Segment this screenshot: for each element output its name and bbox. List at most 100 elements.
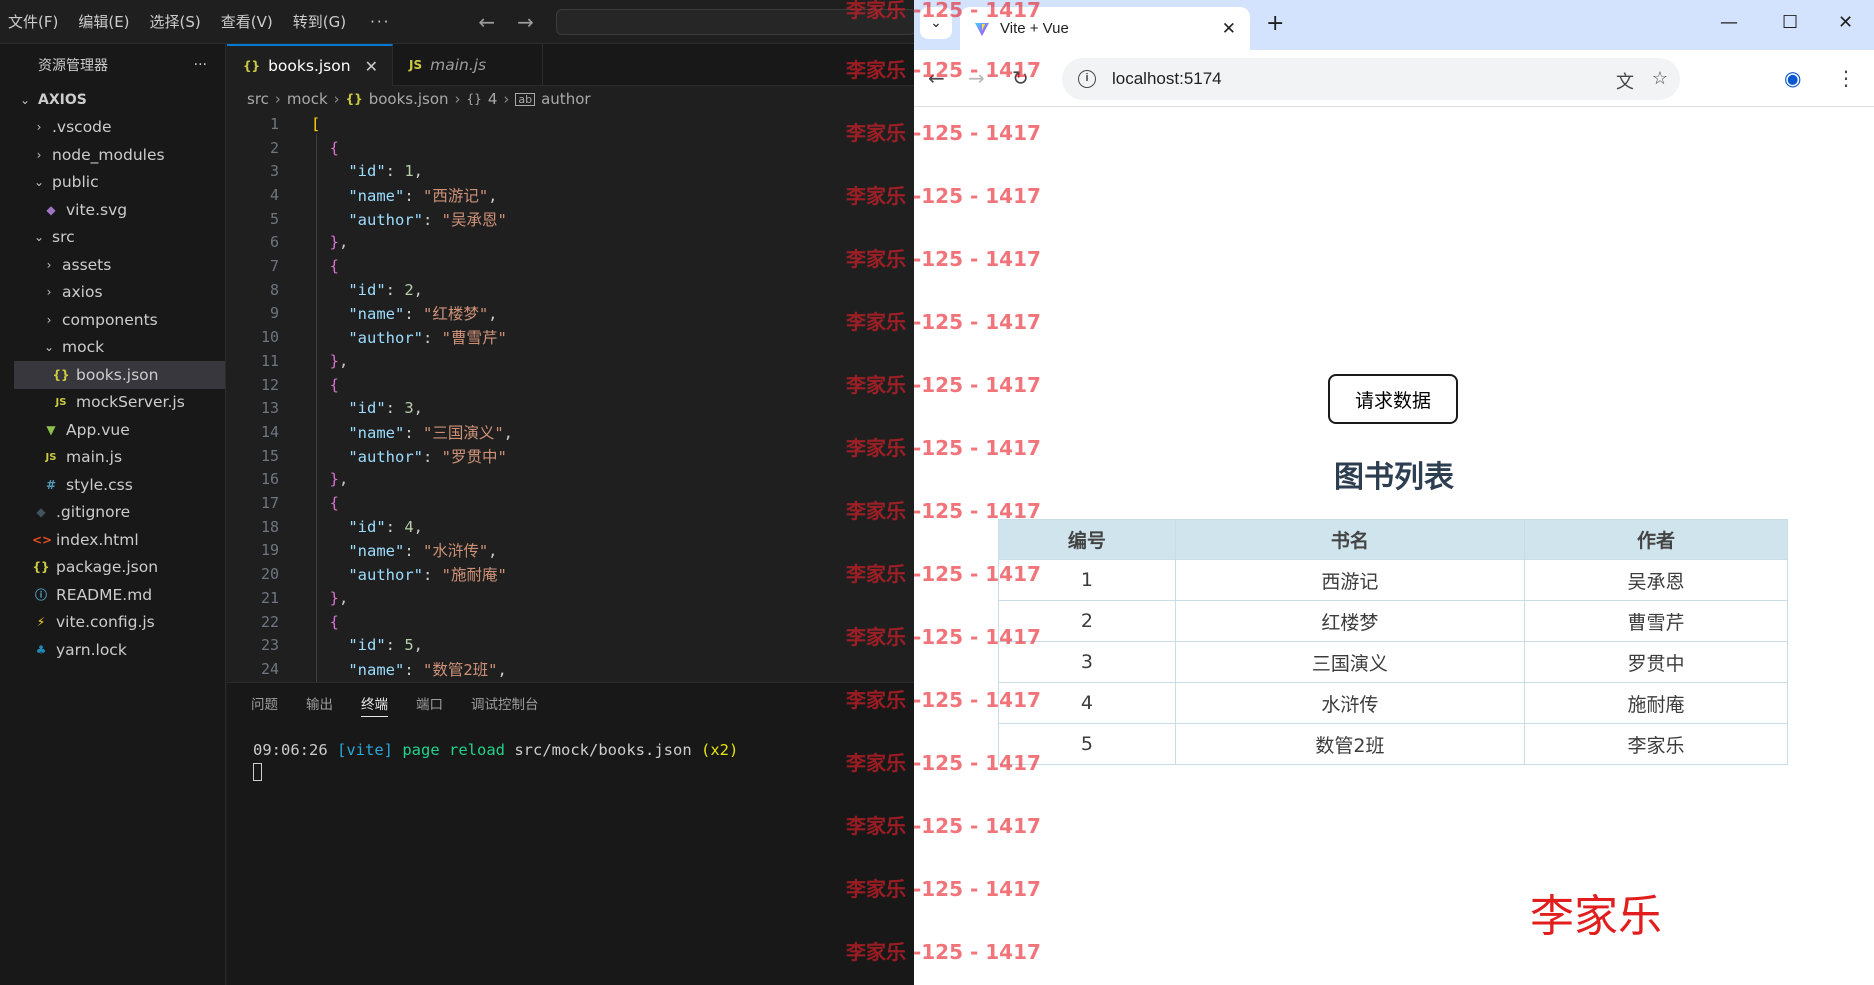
bottom-panel: 问题 输出 终端 端口 调试控制台 09:06:26 [vite] page r… xyxy=(227,682,914,985)
terminal-output[interactable]: 09:06:26 [vite] page reload src/mock/boo… xyxy=(227,723,914,799)
html-file-icon: <> xyxy=(32,532,53,547)
bookmark-star-icon[interactable]: ☆ xyxy=(1652,68,1668,89)
translate-icon[interactable]: 文 xyxy=(1616,68,1634,94)
code-text: "id": 1, xyxy=(311,162,424,181)
tab-debug-console[interactable]: 调试控制台 xyxy=(471,683,539,723)
tree-item-package-json[interactable]: {} package.json xyxy=(14,554,225,582)
breadcrumb-item[interactable]: author xyxy=(541,90,590,108)
tree-item-public[interactable]: ⌄ public xyxy=(14,169,225,197)
tree-item-vite-config-js[interactable]: ⚡ vite.config.js xyxy=(14,609,225,637)
line-number: 13 xyxy=(260,399,279,418)
menu-selection[interactable]: 选择(S) xyxy=(140,11,211,32)
table-cell: 曹雪芹 xyxy=(1523,600,1789,642)
close-icon[interactable]: ✕ xyxy=(365,57,378,76)
tree-item-yarn-lock[interactable]: ♣ yarn.lock xyxy=(14,636,225,664)
line-number: 24 xyxy=(260,659,279,678)
chevron-right-icon: › xyxy=(36,147,42,162)
breadcrumb-item[interactable]: mock xyxy=(287,90,328,108)
menu-go[interactable]: 转到(G) xyxy=(283,11,356,32)
tree-item-style-css[interactable]: # style.css xyxy=(14,471,225,499)
line-number: 9 xyxy=(269,304,279,323)
menu-edit[interactable]: 编辑(E) xyxy=(68,11,139,32)
tree-item-label: vite.config.js xyxy=(56,613,155,632)
tab-problems[interactable]: 问题 xyxy=(251,683,278,723)
kebab-menu-icon[interactable]: ⋮ xyxy=(1836,66,1856,90)
tree-item-readme-md[interactable]: ⓘ README.md xyxy=(14,581,225,609)
profile-icon[interactable]: ◉ xyxy=(1784,66,1801,90)
chevron-down-icon: ⌄ xyxy=(33,175,45,190)
tree-item-src[interactable]: ⌄ src xyxy=(14,224,225,252)
menu-view[interactable]: 查看(V) xyxy=(211,11,283,32)
watermark-text: 李家乐 -125 - 1417 xyxy=(846,121,1041,145)
tree-item-vite-svg[interactable]: ◆ vite.svg xyxy=(14,196,225,224)
chevron-right-icon: › xyxy=(333,90,340,108)
breadcrumb-item[interactable]: 4 xyxy=(488,90,498,108)
close-window-icon[interactable]: ✕ xyxy=(1838,12,1853,33)
tree-item-vscode[interactable]: › .vscode xyxy=(14,114,225,142)
tree-item-mock[interactable]: ⌄ mock xyxy=(14,334,225,362)
terminal-count: (x2) xyxy=(701,741,739,759)
tree-item-axios[interactable]: › axios xyxy=(14,279,225,307)
tree-item-books-json[interactable]: {} books.json xyxy=(14,361,225,389)
tree-item-app-vue[interactable]: ▼ App.vue xyxy=(14,416,225,444)
tab-main-js[interactable]: JS main.js xyxy=(393,44,543,86)
line-number: 20 xyxy=(260,565,279,584)
breadcrumb-item[interactable]: src xyxy=(247,90,269,108)
code-line: 3 "id": 1, xyxy=(227,159,914,183)
tab-output[interactable]: 输出 xyxy=(306,683,333,723)
forward-arrow-icon[interactable]: → xyxy=(517,10,534,34)
tree-item-main-js[interactable]: JS main.js xyxy=(14,444,225,472)
maximize-icon[interactable]: ☐ xyxy=(1782,12,1798,33)
menu-file[interactable]: 文件(F) xyxy=(0,11,68,32)
tree-item-components[interactable]: › components xyxy=(14,306,225,334)
tree-root-label: AXIOS xyxy=(38,91,87,108)
line-number: 5 xyxy=(269,209,279,228)
address-bar[interactable]: i localhost:5174 文 ☆ xyxy=(1062,58,1680,100)
menu-more-icon[interactable]: ··· xyxy=(356,13,404,31)
tree-item-gitignore[interactable]: ◆ .gitignore xyxy=(14,499,225,527)
tree-item-label: mock xyxy=(62,338,105,357)
breadcrumb-item[interactable]: books.json xyxy=(369,90,449,108)
tab-books-json[interactable]: {} books.json ✕ xyxy=(227,44,393,86)
request-data-button[interactable]: 请求数据 xyxy=(1328,374,1458,424)
terminal-action: page reload xyxy=(402,741,505,759)
site-info-icon[interactable]: i xyxy=(1078,70,1096,88)
code-text: "author": "罗贯中" xyxy=(311,447,507,466)
tree-item-assets[interactable]: › assets xyxy=(14,251,225,279)
code-text: "name": "水浒传", xyxy=(311,542,498,561)
tree-item-label: yarn.lock xyxy=(56,640,127,659)
watermark-text: 李家乐 -125 - 1417 xyxy=(846,814,1041,838)
css-file-icon: # xyxy=(45,477,57,492)
tree-item-label: public xyxy=(52,173,99,192)
code-line: 11 }, xyxy=(227,349,914,373)
chevron-right-icon: › xyxy=(46,257,52,272)
code-line: 12 { xyxy=(227,373,914,397)
line-number: 23 xyxy=(260,636,279,655)
back-arrow-icon[interactable]: ← xyxy=(478,10,495,34)
chevron-down-icon: ⌄ xyxy=(43,340,55,355)
watermark-text: 李家乐 -125 - 1417 xyxy=(846,940,1041,964)
explorer-more-icon[interactable]: ··· xyxy=(194,57,207,73)
tab-ports[interactable]: 端口 xyxy=(416,683,443,723)
new-tab-plus-icon[interactable]: + xyxy=(1266,11,1284,36)
code-line: 9 "name": "红楼梦", xyxy=(227,302,914,326)
column-header: 编号 xyxy=(998,519,1176,560)
tree-item-node-modules[interactable]: › node_modules xyxy=(14,141,225,169)
code-editor[interactable]: 1[2 {3 "id": 1, 4 "name": "西游记", 5 "author… xyxy=(227,112,914,682)
tree-item-index-html[interactable]: <> index.html xyxy=(14,526,225,554)
tree-item-mockserver-js[interactable]: JS mockServer.js xyxy=(14,389,225,417)
tree-item-label: .vscode xyxy=(52,118,112,137)
tree-item-label: node_modules xyxy=(52,145,165,164)
tree-item-label: README.md xyxy=(56,585,153,604)
tab-terminal[interactable]: 终端 xyxy=(361,683,388,723)
tree-item-label: components xyxy=(62,310,158,329)
code-text: "author": "曹雪芹" xyxy=(311,329,507,348)
tree-root-axios[interactable]: ⌄ AXIOS xyxy=(14,86,225,114)
explorer-title: 资源管理器 xyxy=(38,58,108,74)
code-line: 2 { xyxy=(227,136,914,160)
code-text: "name": "西游记", xyxy=(311,186,498,205)
tree-item-label: package.json xyxy=(56,558,159,577)
code-line: 6 }, xyxy=(227,231,914,255)
minimize-icon[interactable]: — xyxy=(1720,12,1738,33)
close-icon[interactable]: ✕ xyxy=(1222,19,1236,39)
